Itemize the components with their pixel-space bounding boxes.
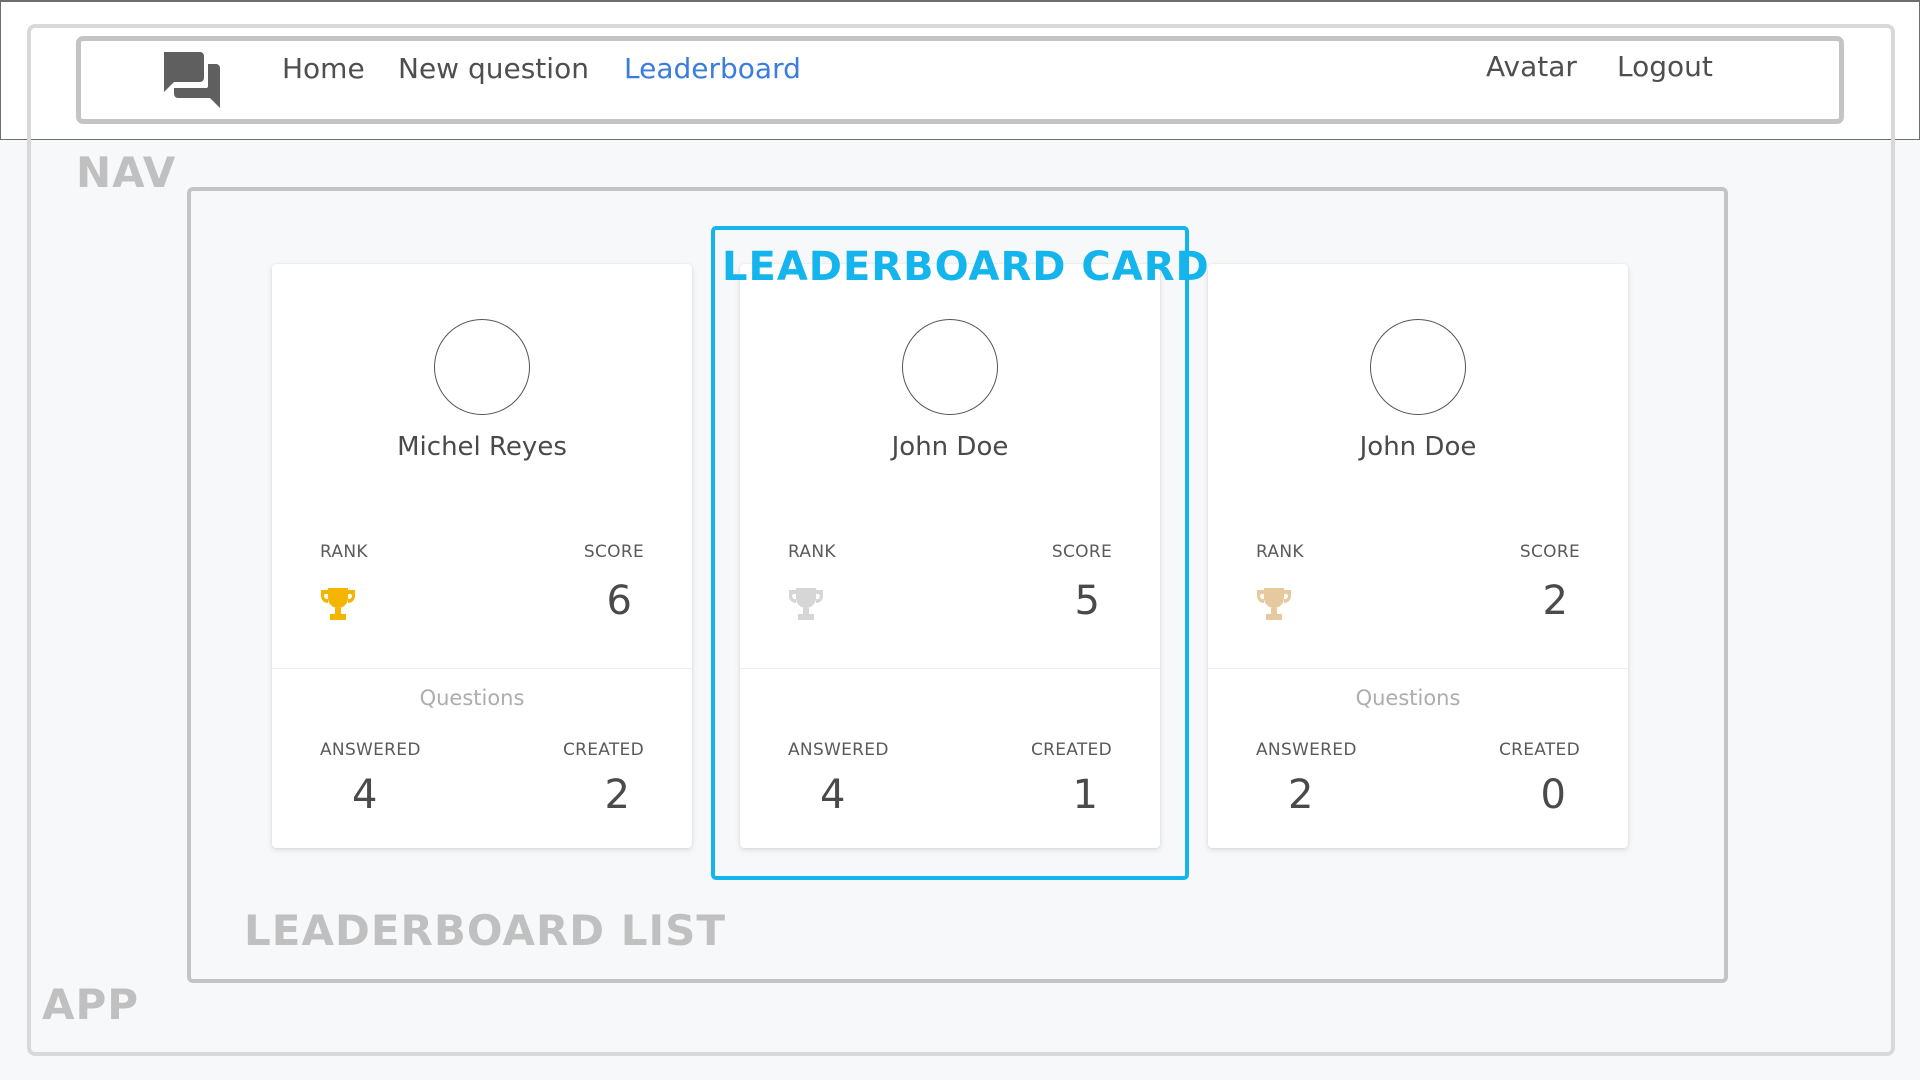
chat-bubbles-icon[interactable]: [160, 50, 224, 110]
created-label: CREATED: [562, 740, 644, 760]
avatar: [1370, 319, 1466, 415]
answered-label: ANSWERED: [1256, 740, 1357, 760]
nav-logout-link[interactable]: Logout: [1617, 50, 1713, 83]
score-label: SCORE: [583, 542, 644, 562]
app-screen: Home New question Leaderboard Avatar Log…: [0, 0, 1920, 1080]
created-value: 0: [1540, 772, 1566, 818]
avatar: [434, 319, 530, 415]
answered-label: ANSWERED: [320, 740, 421, 760]
leaderboard-card: Michel Reyes RANK SCORE 6 Questions ANSW…: [272, 264, 692, 848]
created-value: 2: [604, 772, 630, 818]
created-label: CREATED: [1498, 740, 1580, 760]
score-label: SCORE: [1519, 542, 1580, 562]
nav-annotation: NAV: [76, 148, 177, 197]
score-value: 2: [1542, 578, 1568, 624]
rank-label: RANK: [1256, 542, 1304, 562]
answered-value: 2: [1288, 772, 1314, 818]
nav-leaderboard-link[interactable]: Leaderboard: [624, 52, 801, 85]
leaderboard-card-highlight: [711, 226, 1189, 880]
user-name: John Doe: [1359, 432, 1477, 462]
leaderboard-list-annotation: LEADERBOARD LIST: [244, 906, 727, 955]
user-name: Michel Reyes: [397, 432, 567, 462]
nav-avatar-link[interactable]: Avatar: [1486, 50, 1577, 83]
leaderboard-card-annotation: LEADERBOARD CARD: [722, 244, 1210, 290]
questions-heading: Questions: [419, 686, 525, 710]
nav-new-question-link[interactable]: New question: [398, 52, 589, 85]
answered-value: 4: [352, 772, 378, 818]
nav-home-link[interactable]: Home: [282, 52, 365, 85]
rank-label: RANK: [320, 542, 368, 562]
card-divider: [1208, 668, 1628, 669]
leaderboard-card: John Doe RANK SCORE 2 Questions ANSWERED…: [1208, 264, 1628, 848]
score-value: 6: [606, 578, 632, 624]
app-annotation: APP: [42, 980, 140, 1029]
trophy-gold-icon: [321, 588, 355, 620]
trophy-bronze-icon: [1257, 588, 1291, 620]
questions-heading: Questions: [1355, 686, 1461, 710]
card-divider: [272, 668, 692, 669]
